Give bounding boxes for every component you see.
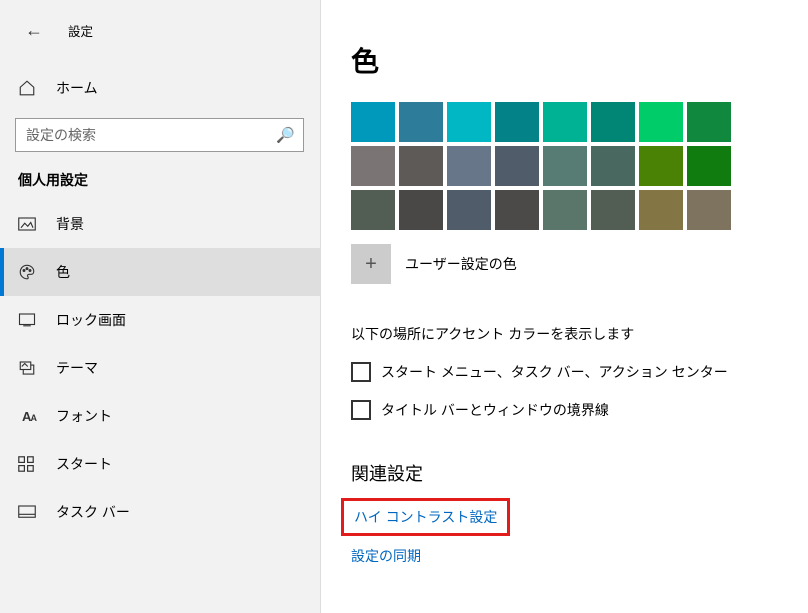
custom-color-label: ユーザー設定の色 bbox=[405, 254, 517, 274]
color-swatch[interactable] bbox=[543, 146, 587, 186]
color-swatch[interactable] bbox=[351, 146, 395, 186]
link-high-contrast[interactable]: ハイ コントラスト設定 bbox=[341, 498, 510, 536]
accent-locations-text: 以下の場所にアクセント カラーを表示します bbox=[351, 324, 778, 344]
checkbox-title-bars[interactable]: タイトル バーとウィンドウの境界線 bbox=[351, 400, 778, 420]
sidebar-item-fonts[interactable]: AA フォント bbox=[0, 392, 320, 440]
color-swatch[interactable] bbox=[591, 102, 635, 142]
sidebar-item-background[interactable]: 背景 bbox=[0, 200, 320, 248]
home-button[interactable]: ホーム bbox=[0, 68, 320, 108]
checkbox-icon bbox=[351, 400, 371, 420]
page-title: 色 bbox=[351, 40, 778, 80]
back-icon[interactable]: ← bbox=[22, 20, 46, 41]
checkbox-label: スタート メニュー、タスク バー、アクション センター bbox=[381, 362, 728, 382]
color-swatch[interactable] bbox=[495, 190, 539, 230]
home-label: ホーム bbox=[56, 78, 98, 98]
custom-color-button[interactable]: + bbox=[351, 244, 391, 284]
search-icon: 🔍 bbox=[276, 126, 295, 144]
sidebar-item-start[interactable]: スタート bbox=[0, 440, 320, 488]
home-icon bbox=[18, 79, 40, 97]
search-input[interactable] bbox=[26, 127, 276, 143]
color-swatch[interactable] bbox=[447, 190, 491, 230]
header-title: 設定 bbox=[68, 21, 93, 40]
sidebar-item-label: ロック画面 bbox=[56, 310, 126, 330]
sidebar-item-lock-screen[interactable]: ロック画面 bbox=[0, 296, 320, 344]
search-wrap: 🔍 bbox=[15, 118, 304, 152]
custom-color-row: + ユーザー設定の色 bbox=[351, 244, 778, 284]
themes-icon bbox=[18, 359, 40, 377]
sidebar-item-themes[interactable]: テーマ bbox=[0, 344, 320, 392]
color-swatch[interactable] bbox=[495, 146, 539, 186]
color-swatch[interactable] bbox=[543, 102, 587, 142]
checkbox-start-taskbar[interactable]: スタート メニュー、タスク バー、アクション センター bbox=[351, 362, 778, 382]
plus-icon: + bbox=[365, 253, 377, 276]
sidebar-item-taskbar[interactable]: タスク バー bbox=[0, 488, 320, 536]
color-swatch[interactable] bbox=[447, 146, 491, 186]
color-swatch-grid bbox=[351, 102, 778, 230]
sidebar-section-heading: 個人用設定 bbox=[0, 152, 320, 200]
color-swatch[interactable] bbox=[543, 190, 587, 230]
color-swatch[interactable] bbox=[495, 102, 539, 142]
main-content: 色 + ユーザー設定の色 以下の場所にアクセント カラーを表示します スタート … bbox=[320, 0, 808, 613]
color-swatch[interactable] bbox=[399, 146, 443, 186]
sidebar-item-label: テーマ bbox=[56, 358, 98, 378]
palette-icon bbox=[18, 263, 40, 281]
taskbar-icon bbox=[18, 505, 40, 519]
color-swatch[interactable] bbox=[399, 190, 443, 230]
sidebar-item-label: スタート bbox=[56, 454, 112, 474]
color-swatch[interactable] bbox=[399, 102, 443, 142]
sidebar-item-label: タスク バー bbox=[56, 502, 130, 522]
swatch-row bbox=[351, 190, 778, 230]
color-swatch[interactable] bbox=[687, 102, 731, 142]
related-settings-heading: 関連設定 bbox=[351, 460, 778, 486]
color-swatch[interactable] bbox=[351, 102, 395, 142]
search-box[interactable]: 🔍 bbox=[15, 118, 304, 152]
lock-screen-icon bbox=[18, 313, 40, 327]
checkbox-icon bbox=[351, 362, 371, 382]
sidebar-item-label: 背景 bbox=[56, 214, 84, 234]
fonts-icon: AA bbox=[18, 409, 40, 424]
color-swatch[interactable] bbox=[687, 146, 731, 186]
color-swatch[interactable] bbox=[591, 146, 635, 186]
swatch-row bbox=[351, 146, 778, 186]
header-row: ← 設定 bbox=[0, 10, 320, 50]
color-swatch[interactable] bbox=[687, 190, 731, 230]
color-swatch[interactable] bbox=[639, 102, 683, 142]
start-icon bbox=[18, 456, 40, 472]
swatch-row bbox=[351, 102, 778, 142]
color-swatch[interactable] bbox=[351, 190, 395, 230]
color-swatch[interactable] bbox=[591, 190, 635, 230]
link-sync-settings[interactable]: 設定の同期 bbox=[351, 546, 778, 566]
sidebar-item-label: 色 bbox=[56, 262, 70, 282]
color-swatch[interactable] bbox=[639, 190, 683, 230]
sidebar-item-colors[interactable]: 色 bbox=[0, 248, 320, 296]
sidebar: ← 設定 ホーム 🔍 個人用設定 背景 色 ロック画面 bbox=[0, 0, 320, 613]
image-icon bbox=[18, 217, 40, 231]
color-swatch[interactable] bbox=[447, 102, 491, 142]
checkbox-label: タイトル バーとウィンドウの境界線 bbox=[381, 400, 609, 420]
color-swatch[interactable] bbox=[639, 146, 683, 186]
sidebar-item-label: フォント bbox=[56, 406, 112, 426]
